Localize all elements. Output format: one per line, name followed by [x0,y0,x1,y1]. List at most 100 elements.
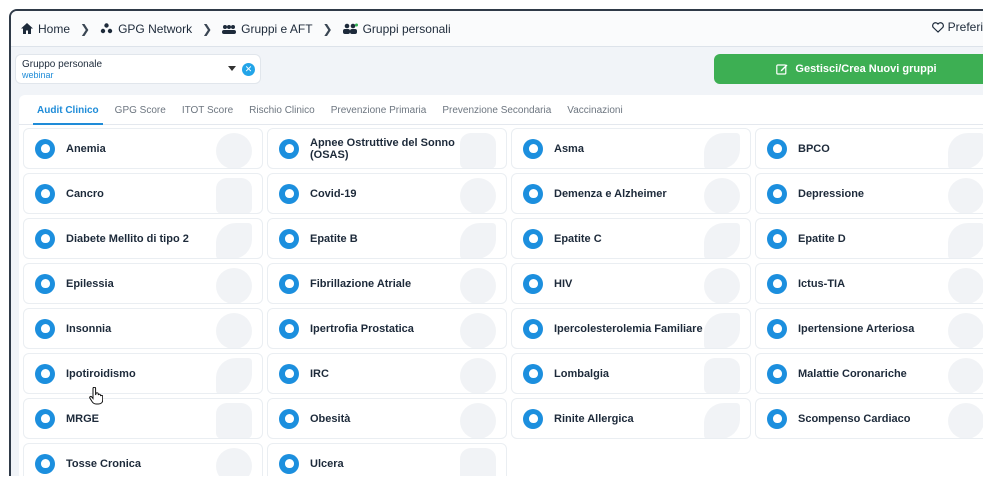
tab-vaccinazioni[interactable]: Vaccinazioni [559,105,630,124]
breadcrumb-network-label: GPG Network [118,21,193,36]
brain-watermark-icon [948,268,983,303]
condition-card[interactable]: Demenza e Alzheimer [511,173,751,214]
brain-icon [767,273,787,294]
tab-audit-clinico[interactable]: Audit Clinico [29,105,107,125]
tab-prevenzione-primaria[interactable]: Prevenzione Primaria [323,105,435,124]
lungs-icon [767,138,787,159]
condition-card[interactable]: Ipotiroidismo [23,353,263,394]
condition-label: Epilessia [66,277,114,290]
condition-card[interactable]: Asma [511,128,751,169]
condition-label: Epatite C [554,232,602,245]
condition-card[interactable]: Insonnia [23,308,263,349]
condition-card[interactable]: Lombalgia [511,353,751,394]
drop-watermark-icon [216,223,252,258]
condition-label: Asma [554,142,584,155]
breadcrumb-groups[interactable]: Gruppi e AFT [222,21,313,36]
condition-card[interactable]: Apnee Ostruttive del Sonno (OSAS) [267,128,507,169]
chevron-down-icon[interactable] [228,66,236,71]
heart-icon [767,363,787,384]
condition-label: Depressione [798,187,865,200]
condition-card[interactable]: Epatite D [755,218,983,259]
cough-watermark-icon [216,448,252,476]
condition-card[interactable]: Ipertrofia Prostatica [267,308,507,349]
condition-label: Covid-19 [310,187,357,200]
virus-icon [523,273,543,294]
virus-watermark-icon [704,268,740,303]
drop-icon [35,228,55,249]
condition-card[interactable]: Epatite B [267,218,507,259]
condition-card[interactable]: Rinite Allergica [511,398,751,439]
condition-label: Cancro [66,187,104,200]
condition-card[interactable]: Ipertensione Arteriosa [755,308,983,349]
liver-watermark-icon [460,223,496,258]
stomach-watermark-icon [460,448,496,476]
condition-card[interactable]: MRGE [23,398,263,439]
condition-card[interactable]: Malattie Coronariche [755,353,983,394]
breadcrumb: Home ❯ GPG Network ❯ Gruppi e AFT ❯ Grup… [11,11,983,47]
heart-outline-icon [931,21,944,33]
condition-label: Ulcera [310,457,344,470]
hand-cursor-icon [89,387,103,405]
condition-card[interactable]: Epilessia [23,263,263,304]
chevron-right-icon: ❯ [202,21,213,36]
breadcrumb-network[interactable]: GPG Network [100,22,192,36]
home-icon [21,23,33,34]
group-select[interactable]: Gruppo personale webinar ✕ [15,54,261,84]
condition-card[interactable]: Ulcera [267,443,507,476]
condition-card[interactable]: BPCO [755,128,983,169]
favorites-link[interactable]: Preferiti [931,20,983,34]
drop-icon [523,318,543,339]
brain-icon [523,183,543,204]
condition-card[interactable]: Depressione [755,173,983,214]
group-select-label: Gruppo personale [22,59,103,70]
breadcrumb-groups-label: Gruppi e AFT [241,21,313,36]
lungs-watermark-icon [948,133,983,168]
condition-card[interactable]: Fibrillazione Atriale [267,263,507,304]
edit-icon [776,64,788,75]
condition-label: Ipertensione Arteriosa [798,322,915,335]
condition-label: Epatite B [310,232,358,245]
heart-icon [279,273,299,294]
condition-card[interactable]: Scompenso Cardiaco [755,398,983,439]
condition-card[interactable]: Ipercolesterolemia Familiare [511,308,751,349]
virus-watermark-icon [460,178,496,213]
breadcrumb-personal[interactable]: Gruppi personali [342,22,451,36]
heart-watermark-icon [948,358,983,393]
network-icon [100,23,113,34]
brain-watermark-icon [216,268,252,303]
clear-icon[interactable]: ✕ [242,63,255,76]
lungs-icon [523,408,543,429]
tab-rischio-clinico[interactable]: Rischio Clinico [241,105,323,124]
tab-itot-score[interactable]: ITOT Score [174,105,241,124]
stomach-icon [35,408,55,429]
condition-label: Demenza e Alzheimer [554,187,667,200]
condition-label: Ictus-TIA [798,277,846,290]
condition-card[interactable]: Ictus-TIA [755,263,983,304]
condition-card[interactable]: Tosse Cronica [23,443,263,476]
breadcrumb-home[interactable]: Home [21,22,70,36]
condition-card[interactable]: IRC [267,353,507,394]
manage-groups-button[interactable]: Gestisci/Crea Nuovi gruppi [714,54,983,84]
drop-icon [35,363,55,384]
favorites-label: Preferiti [947,20,983,34]
condition-label: Fibrillazione Atriale [310,277,412,290]
tab-prevenzione-secondaria[interactable]: Prevenzione Secondaria [434,105,559,124]
condition-card[interactable]: Covid-19 [267,173,507,214]
condition-card[interactable]: Diabete Mellito di tipo 2 [23,218,263,259]
brain-icon [767,183,787,204]
brain-watermark-icon [216,313,252,348]
condition-label: Tosse Cronica [66,457,141,470]
scale-watermark-icon [460,403,496,438]
condition-card[interactable]: Cancro [23,173,263,214]
condition-label: BPCO [798,142,830,155]
condition-card[interactable]: HIV [511,263,751,304]
people-icon [342,23,358,34]
condition-label: Lombalgia [554,367,610,380]
brain-icon [35,273,55,294]
tab-gpg-score[interactable]: GPG Score [107,105,174,124]
condition-card[interactable]: Anemia [23,128,263,169]
drop-watermark-icon [216,358,252,393]
condition-card[interactable]: Epatite C [511,218,751,259]
liver-watermark-icon [704,223,740,258]
condition-card[interactable]: Obesità [267,398,507,439]
